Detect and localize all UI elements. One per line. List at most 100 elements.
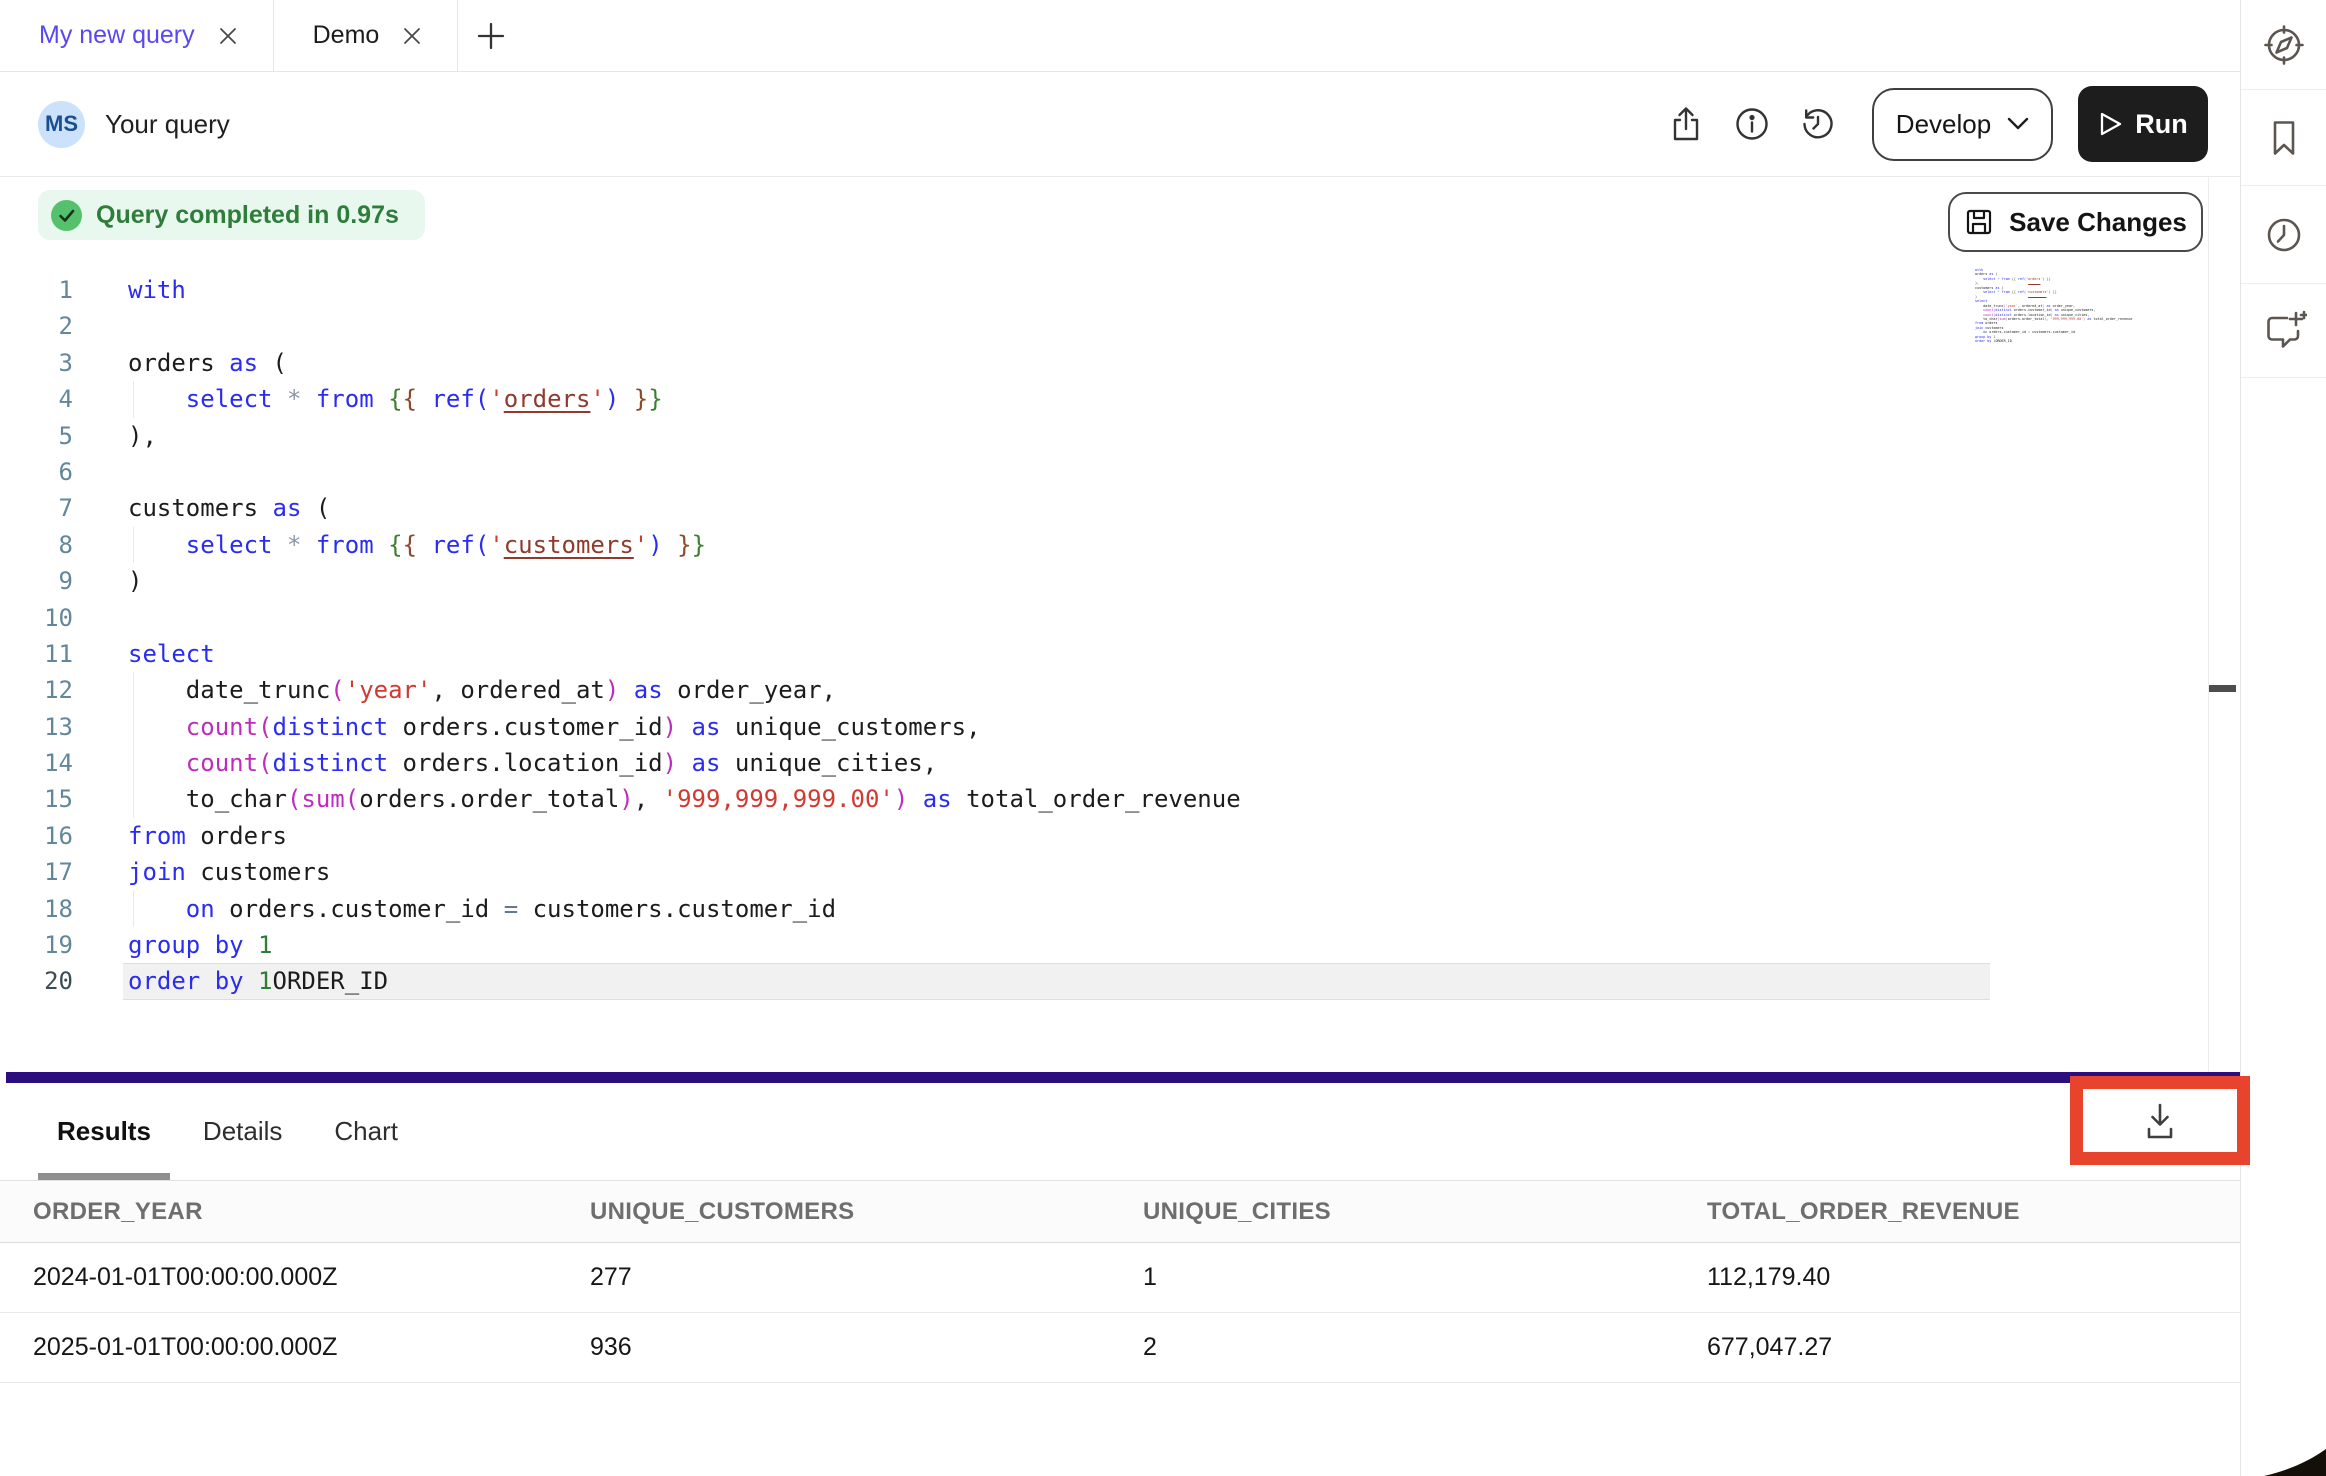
table-cell: 677,047.27 [1674, 1313, 2240, 1383]
line-number: 15 [0, 781, 73, 817]
save-label: Save Changes [2009, 207, 2187, 238]
sidebar-button-clock[interactable] [2241, 186, 2326, 284]
download-results-button[interactable] [2083, 1089, 2237, 1152]
tab-my-new-query[interactable]: My new query [0, 0, 274, 71]
run-button[interactable]: Run [2078, 86, 2208, 162]
sidebar-button-chat-sparkles[interactable] [2241, 284, 2326, 378]
line-number: 4 [0, 381, 73, 417]
code-line[interactable]: 6 [0, 454, 1990, 490]
results-tab-details[interactable]: Details [186, 1083, 299, 1180]
line-number: 14 [0, 745, 73, 781]
query-header: MS Your query Develop Run [0, 72, 2240, 177]
main-panel: My new query Demo MS Your query [0, 0, 2241, 1476]
line-number: 18 [0, 891, 73, 927]
bookmark-icon [2262, 116, 2306, 160]
table-cell: 2024-01-01T00:00:00.000Z [0, 1243, 557, 1313]
code-line[interactable]: 16from orders [0, 818, 1990, 854]
history-icon[interactable] [1792, 98, 1844, 150]
table-row[interactable]: 2024-01-01T00:00:00.000Z2771112,179.40 [0, 1243, 2240, 1313]
code-line[interactable]: 1with [0, 272, 1990, 308]
line-number: 13 [0, 709, 73, 745]
sidebar-button-compass[interactable] [2241, 0, 2326, 90]
table-body: 2024-01-01T00:00:00.000Z2771112,179.4020… [0, 1243, 2240, 1383]
line-number: 20 [0, 963, 73, 999]
line-number: 7 [0, 490, 73, 526]
new-tab-button[interactable] [458, 0, 524, 71]
code-line[interactable]: 13 count(distinct orders.customer_id) as… [0, 709, 1990, 745]
page-title: Your query [105, 109, 230, 140]
right-sidebar [2241, 0, 2326, 1476]
line-number: 2 [0, 308, 73, 344]
annotation-highlight-box [2070, 1076, 2250, 1165]
play-icon [2098, 110, 2124, 138]
line-number: 5 [0, 418, 73, 454]
line-number: 3 [0, 345, 73, 381]
code-line[interactable]: 19group by 1 [0, 927, 1990, 963]
develop-dropdown[interactable]: Develop [1872, 88, 2053, 161]
compass-icon [2262, 23, 2306, 67]
code-line[interactable]: 12 date_trunc('year', ordered_at) as ord… [0, 672, 1990, 708]
code-line[interactable]: 14 count(distinct orders.location_id) as… [0, 745, 1990, 781]
minimap[interactable]: withorders as ( select * from {{ ref('or… [1975, 268, 2145, 344]
info-icon[interactable] [1726, 98, 1778, 150]
scrollbar-track [2208, 177, 2209, 1072]
download-icon [2138, 1100, 2182, 1142]
close-icon[interactable] [401, 25, 423, 47]
code-line[interactable]: 4 select * from {{ ref('orders') }} [0, 381, 1990, 417]
code-line[interactable]: 3orders as ( [0, 345, 1990, 381]
results-tab-results[interactable]: Results [40, 1083, 168, 1180]
chat-sparkles-icon [2261, 309, 2307, 353]
share-icon[interactable] [1660, 98, 1712, 150]
line-number: 19 [0, 927, 73, 963]
tab-label: My new query [39, 21, 195, 50]
column-header[interactable]: TOTAL_ORDER_REVENUE [1674, 1181, 2240, 1243]
line-number: 16 [0, 818, 73, 854]
scrollbar-thumb[interactable] [2209, 685, 2236, 692]
code-area[interactable]: 1with23orders as (4 select * from {{ ref… [0, 272, 1990, 1000]
avatar[interactable]: MS [38, 101, 85, 148]
code-line[interactable]: 17join customers [0, 854, 1990, 890]
table-cell: 936 [557, 1313, 1110, 1383]
table-cell: 1 [1110, 1243, 1674, 1313]
tab-demo[interactable]: Demo [274, 0, 459, 71]
code-line[interactable]: 20order by 1ORDER_ID [0, 963, 1990, 999]
code-line[interactable]: 15 to_char(sum(orders.order_total), '999… [0, 781, 1990, 817]
results-tab-bar: ResultsDetailsChart [0, 1083, 2240, 1180]
line-number: 6 [0, 454, 73, 490]
save-changes-button[interactable]: Save Changes [1948, 192, 2203, 252]
column-header[interactable]: UNIQUE_CITIES [1110, 1181, 1674, 1243]
tab-label: Demo [313, 21, 380, 50]
line-number: 12 [0, 672, 73, 708]
query-tab-bar: My new query Demo [0, 0, 2240, 72]
results-tab-chart[interactable]: Chart [317, 1083, 415, 1180]
status-badge: Query completed in 0.97s [38, 190, 425, 240]
line-number: 10 [0, 600, 73, 636]
sidebar-button-bookmark[interactable] [2241, 90, 2326, 186]
line-number: 11 [0, 636, 73, 672]
code-line[interactable]: 18 on orders.customer_id = customers.cus… [0, 891, 1990, 927]
code-line[interactable]: 11select [0, 636, 1990, 672]
chevron-down-icon [2007, 117, 2029, 131]
column-header[interactable]: ORDER_YEAR [0, 1181, 557, 1243]
panel-resize-divider[interactable] [6, 1072, 2240, 1083]
code-line[interactable]: 5), [0, 418, 1990, 454]
line-number: 17 [0, 854, 73, 890]
code-line[interactable]: 8 select * from {{ ref('customers') }} [0, 527, 1990, 563]
column-header[interactable]: UNIQUE_CUSTOMERS [557, 1181, 1110, 1243]
screen-corner-artifact [2264, 1449, 2326, 1476]
sql-editor: Query completed in 0.97s Save Changes 1w… [0, 177, 2240, 1072]
table-cell: 2 [1110, 1313, 1674, 1383]
code-line[interactable]: 9) [0, 563, 1990, 599]
run-label: Run [2135, 109, 2187, 140]
results-panel: ResultsDetailsChart ORDER_YEARUNIQUE_CUS… [0, 1083, 2240, 1476]
table-cell: 2025-01-01T00:00:00.000Z [0, 1313, 557, 1383]
code-line[interactable]: 2 [0, 308, 1990, 344]
table-row[interactable]: 2025-01-01T00:00:00.000Z9362677,047.27 [0, 1313, 2240, 1383]
table-header-row: ORDER_YEARUNIQUE_CUSTOMERSUNIQUE_CITIEST… [0, 1181, 2240, 1243]
results-table: ORDER_YEARUNIQUE_CUSTOMERSUNIQUE_CITIEST… [0, 1180, 2240, 1383]
close-icon[interactable] [217, 25, 239, 47]
code-line[interactable]: 7customers as ( [0, 490, 1990, 526]
code-line[interactable]: 10 [0, 600, 1990, 636]
table-cell: 112,179.40 [1674, 1243, 2240, 1313]
save-icon [1964, 207, 1994, 237]
